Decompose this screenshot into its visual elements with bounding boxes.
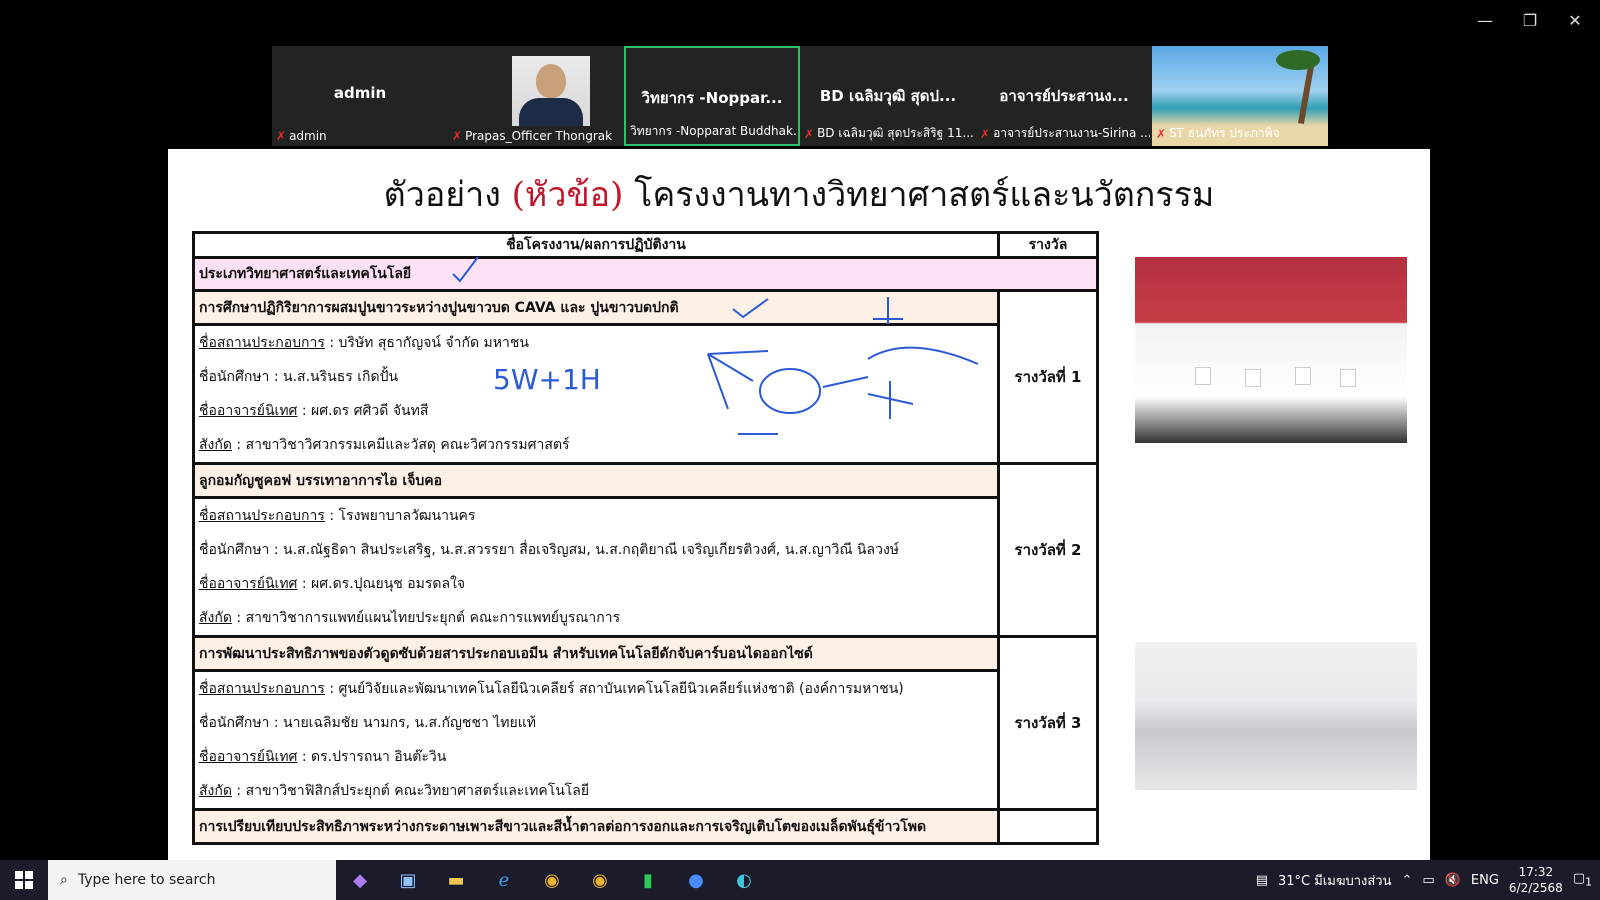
- clock-date: 6/2/2568: [1508, 881, 1563, 895]
- weather-text[interactable]: 31°C มีเมฆบางส่วน: [1278, 870, 1392, 891]
- participant-label: ✗ BD เฉลิมวุฒิ สุดประสิริฐ 11...: [804, 124, 974, 143]
- participant-tile-admin[interactable]: admin ✗ admin: [272, 46, 448, 146]
- participant-tile-st[interactable]: ✗ ST ธนภัทร ประภาพิจ: [1152, 46, 1328, 146]
- participant-label: ✗ อาจารย์ประสานงาน-Sirina ...: [980, 124, 1150, 143]
- project-title: การศึกษาปฏิกิริยาการผสมปูนขาวระหว่างปูนข…: [192, 289, 1000, 326]
- participant-display-name: admin: [333, 84, 387, 102]
- chrome-icon[interactable]: ◉: [528, 860, 576, 900]
- notification-icon[interactable]: ▢1: [1573, 871, 1592, 889]
- project-students: ชื่อนักศึกษา : น.ส.นรินธร เกิดปั้น: [192, 360, 1000, 394]
- participant-display-name: วิทยากร -Noppar...: [641, 89, 783, 107]
- participant-name: วิทยากร -Nopparat Buddhak...: [630, 124, 796, 138]
- award-cell: รางวัลที่ 3: [997, 635, 1099, 811]
- slide-title-highlight: (หัวข้อ): [511, 175, 624, 215]
- copilot-icon[interactable]: ◆: [336, 860, 384, 900]
- project-org: ชื่อสถานประกอบการ : ศูนย์วิจัยและพัฒนาเท…: [192, 670, 1000, 706]
- project-advisor: ชื่ออาจารย์นิเทศ : ดร.ปรารถนา อินต๊ะวิน: [192, 740, 1000, 774]
- project-title: การพัฒนาประสิทธิภาพของตัวดูดซับด้วยสารปร…: [192, 635, 1000, 672]
- network-icon[interactable]: ▭: [1422, 873, 1434, 888]
- notification-count: 1: [1585, 875, 1592, 889]
- award-ceremony-photo: [1135, 257, 1407, 443]
- language-indicator[interactable]: ENG: [1471, 873, 1499, 888]
- project-advisor: ชื่ออาจารย์นิเทศ : ผศ.ดร.ปุณยนุช อมรดลใจ: [192, 567, 1000, 601]
- participant-name: admin: [289, 129, 327, 143]
- mic-muted-icon: ✗: [452, 129, 463, 143]
- clock[interactable]: 17:32 6/2/2568: [1509, 864, 1563, 896]
- participant-label: วิทยากร -Nopparat Buddhak...: [630, 122, 796, 141]
- taskbar-search[interactable]: ⌕ Type here to search: [48, 860, 336, 900]
- project-affiliation: สังกัด : สาขาวิชาวิศวกรรมเคมีและวัสดุ คณ…: [192, 428, 1000, 464]
- participant-display-name: BD เฉลิมวุฒิ สุดป...: [819, 87, 957, 105]
- column-header-award: รางวัล: [997, 231, 1099, 259]
- line-app-icon[interactable]: ▮: [624, 860, 672, 900]
- participant-label: ✗ admin: [276, 129, 446, 143]
- participant-label: ✗ ST ธนภัทร ประภาพิจ: [1156, 124, 1326, 143]
- windows-taskbar: ⌕ Type here to search ◆ ▣ ▬ ℯ ◉ ◉ ▮ ● ◐ …: [0, 860, 1600, 900]
- volume-muted-icon[interactable]: 🔇: [1445, 873, 1461, 888]
- internet-explorer-icon[interactable]: ℯ: [480, 860, 528, 900]
- project-affiliation: สังกัด : สาขาวิชาฟิสิกส์ประยุกต์ คณะวิทย…: [192, 774, 1000, 810]
- restore-button[interactable]: ❐: [1510, 8, 1550, 32]
- presentation-room-photo: [1135, 642, 1417, 790]
- windows-icon: [15, 871, 33, 889]
- participant-label: ✗ Prapas_Officer Thongrak: [452, 129, 622, 143]
- awards-table: ชื่อโครงงาน/ผลการปฏิบัติงาน รางวัล ประเภ…: [192, 231, 1099, 845]
- participant-tile-speaker[interactable]: วิทยากร -Noppar... วิทยากร -Nopparat Bud…: [624, 46, 800, 146]
- slide-title-post: โครงงานทางวิทยาศาสตร์และนวัตกรรม: [623, 175, 1215, 215]
- project-students: ชื่อนักศึกษา : น.ส.ณัฐธิดา สินประเสริฐ, …: [192, 533, 1000, 567]
- participant-name: BD เฉลิมวุฒิ สุดประสิริฐ 11...: [817, 126, 974, 140]
- mic-muted-icon: ✗: [1156, 126, 1167, 141]
- project-affiliation: สังกัด : สาขาวิชาการแพทย์แผนไทยประยุกต์ …: [192, 601, 1000, 637]
- start-button[interactable]: [0, 860, 48, 900]
- project-advisor: ชื่ออาจารย์นิเทศ : ผศ.ดร ศศิวดี จันทสี: [192, 394, 1000, 428]
- zoom-app-icon[interactable]: ●: [672, 860, 720, 900]
- mic-muted-icon: ✗: [980, 126, 991, 141]
- participant-display-name: อาจารย์ประสานง...: [999, 87, 1129, 105]
- participant-video: [512, 56, 590, 126]
- participant-tile-bd[interactable]: BD เฉลิมวุฒิ สุดป... ✗ BD เฉลิมวุฒิ สุดปร…: [800, 46, 976, 146]
- column-header-project: ชื่อโครงงาน/ผลการปฏิบัติงาน: [192, 231, 1000, 259]
- slide-title-pre: ตัวอย่าง: [383, 175, 512, 215]
- project-title: การเปรียบเทียบประสิทธิภาพระหว่างกระดาษเพ…: [192, 808, 1000, 845]
- edge-icon[interactable]: ◐: [720, 860, 768, 900]
- award-cell: [997, 808, 1099, 845]
- project-org: ชื่อสถานประกอบการ : โรงพยาบาลวัฒนานคร: [192, 497, 1000, 533]
- close-button[interactable]: ✕: [1555, 8, 1595, 32]
- system-tray: ▤ 31°C มีเมฆบางส่วน ⌃ ▭ 🔇 ENG 17:32 6/2/…: [1256, 860, 1592, 900]
- award-cell: รางวัลที่ 2: [997, 462, 1099, 638]
- widgets-icon[interactable]: ▣: [384, 860, 432, 900]
- participant-name: อาจารย์ประสานงาน-Sirina ...: [993, 126, 1150, 140]
- participant-strip: admin ✗ admin ✗ Prapas_Officer Thongrak วิ…: [272, 46, 1328, 146]
- search-placeholder: Type here to search: [77, 872, 216, 888]
- search-icon: ⌕: [60, 872, 68, 888]
- weather-icon: ▤: [1255, 872, 1268, 888]
- mic-muted-icon: ✗: [276, 129, 287, 143]
- participant-name: Prapas_Officer Thongrak: [465, 129, 613, 143]
- project-org: ชื่อสถานประกอบการ : บริษัท สุธากัญจน์ จำ…: [192, 324, 1000, 360]
- chrome-icon[interactable]: ◉: [576, 860, 624, 900]
- slide-title: ตัวอย่าง (หัวข้อ) โครงงานทางวิทยาศาสตร์แ…: [168, 167, 1430, 221]
- project-title: ลูกอมกัญชูคอฟ บรรเทาอาการไอ เจ็บคอ: [192, 462, 1000, 499]
- mic-muted-icon: ✗: [804, 126, 815, 141]
- shared-slide: ตัวอย่าง (หัวข้อ) โครงงานทางวิทยาศาสตร์แ…: [168, 149, 1430, 860]
- participant-tile-coordinator[interactable]: อาจารย์ประสานง... ✗ อาจารย์ประสานงาน-Siri…: [976, 46, 1152, 146]
- minimize-button[interactable]: —: [1465, 8, 1505, 32]
- participant-tile-prapas[interactable]: ✗ Prapas_Officer Thongrak: [448, 46, 624, 146]
- project-students: ชื่อนักศึกษา : นายเฉลิมชัย นามกร, น.ส.กั…: [192, 706, 1000, 740]
- category-row: ประเภทวิทยาศาสตร์และเทคโนโลยี: [192, 256, 1099, 292]
- participant-name: ST ธนภัทร ประภาพิจ: [1169, 126, 1280, 140]
- file-explorer-icon[interactable]: ▬: [432, 860, 480, 900]
- chevron-up-icon[interactable]: ⌃: [1402, 873, 1413, 888]
- clock-time: 17:32: [1518, 865, 1554, 879]
- award-cell: รางวัลที่ 1: [997, 289, 1099, 465]
